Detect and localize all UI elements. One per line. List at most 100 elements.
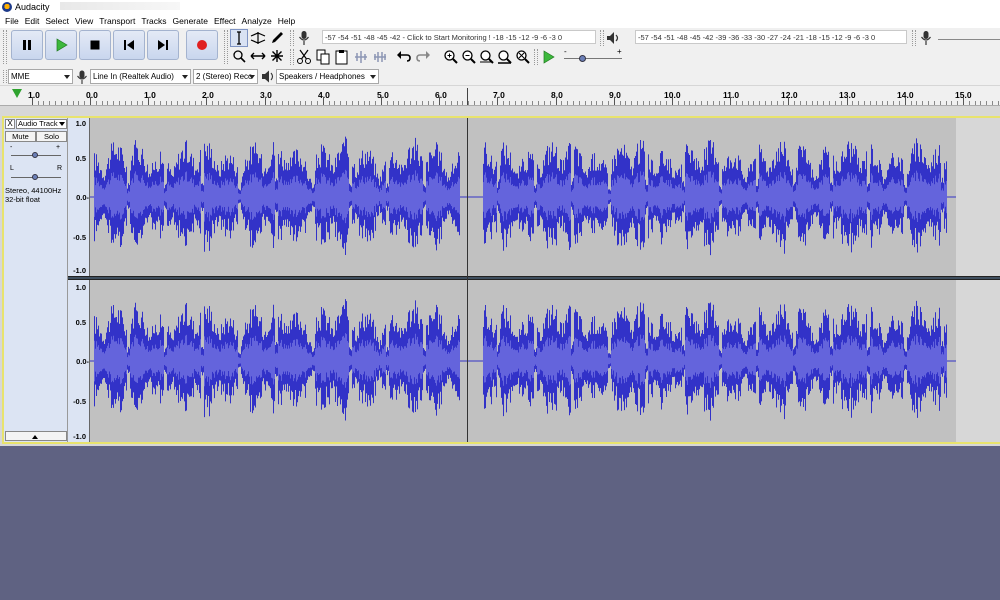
zoom-toggle-button[interactable] (514, 48, 532, 66)
ruler-minor-tick (119, 101, 120, 105)
zoom-out-button[interactable] (460, 48, 478, 66)
timeline-ruler[interactable]: 1.0 0.0 1.0 2.0 3.0 4.0 5.0 6.0 7.0 8.0 … (0, 86, 1000, 106)
play-button[interactable] (45, 30, 77, 60)
recording-device-select[interactable]: Line In (Realtek Audio) (90, 69, 191, 84)
paste-button[interactable] (333, 48, 351, 66)
edit-grip[interactable] (290, 49, 294, 65)
tools-grip[interactable] (224, 30, 228, 64)
ruler-minor-tick (340, 101, 341, 105)
track-area[interactable]: X Audio Track Mute Solo - + L R Stereo, … (0, 106, 1000, 446)
trim-button[interactable] (352, 48, 370, 66)
play-at-speed-button[interactable] (540, 48, 558, 66)
recording-channels-select[interactable]: 2 (Stereo) Reco (193, 69, 258, 84)
zoom-in-button[interactable] (442, 48, 460, 66)
play-head-triangle-icon[interactable] (12, 89, 22, 98)
menu-generate[interactable]: Generate (170, 16, 211, 26)
output-device-speaker-icon (261, 70, 275, 85)
menu-tracks[interactable]: Tracks (138, 16, 169, 26)
vertical-ruler-right-channel[interactable]: 1.0 0.5 0.0- -0.5 -1.0 (68, 280, 90, 442)
play-speed-slider[interactable] (564, 58, 622, 59)
play-meter-grip[interactable] (600, 30, 604, 46)
skip-end-icon (158, 40, 168, 50)
draw-tool[interactable] (268, 29, 286, 47)
fit-selection-button[interactable] (478, 48, 496, 66)
audio-host-select[interactable]: MME (8, 69, 73, 84)
ruler-minor-tick (201, 101, 202, 105)
redo-button[interactable] (414, 48, 432, 66)
waveform-empty-area[interactable] (956, 118, 1000, 276)
mute-button[interactable]: Mute (5, 131, 36, 142)
ruler-major-tick (556, 97, 557, 105)
record-button[interactable] (186, 30, 218, 60)
multi-tool-icon (271, 50, 283, 62)
ruler-major-tick (963, 97, 964, 105)
multi-tool[interactable] (268, 47, 286, 65)
record-meter-button[interactable] (295, 29, 313, 47)
menu-view[interactable]: View (72, 16, 96, 26)
play-speed-thumb[interactable] (579, 55, 586, 62)
playback-device-select[interactable]: Speakers / Headphones (276, 69, 379, 84)
ruler-minor-tick (736, 101, 737, 105)
ruler-minor-tick (43, 101, 44, 105)
ruler-minor-tick (521, 101, 522, 105)
cut-button[interactable] (295, 48, 313, 66)
playback-meter[interactable]: L R -57 -54 -51 -48 -45 -42 -39 -36 -33 … (635, 30, 907, 44)
ruler-minor-tick (567, 101, 568, 105)
pause-button[interactable] (11, 30, 43, 60)
menu-select[interactable]: Select (42, 16, 72, 26)
ruler-major-tick (90, 97, 91, 105)
ruler-minor-tick (887, 101, 888, 105)
waveform-left-channel[interactable] (90, 118, 956, 276)
ruler-minor-tick (84, 101, 85, 105)
mixer-grip[interactable] (912, 30, 916, 46)
ruler-minor-tick (602, 101, 603, 105)
redo-icon (416, 51, 430, 62)
track-name-menu-button[interactable]: Audio Track (16, 119, 67, 129)
undo-button[interactable] (395, 48, 413, 66)
ruler-minor-tick (78, 101, 79, 105)
menu-help[interactable]: Help (275, 16, 298, 26)
track-close-button[interactable]: X (5, 119, 15, 129)
selection-tool[interactable] (230, 29, 248, 47)
envelope-tool[interactable] (249, 29, 267, 47)
timeshift-tool[interactable] (249, 47, 267, 65)
silence-button[interactable] (371, 48, 389, 66)
waveform-right-channel[interactable] (90, 280, 956, 442)
menu-effect[interactable]: Effect (211, 16, 239, 26)
vertical-ruler-left-channel[interactable]: 1.0 0.5 0.0- -0.5 -1.0 (68, 118, 90, 276)
fit-project-button[interactable] (496, 48, 514, 66)
play-at-speed-grip[interactable] (534, 49, 538, 65)
recording-volume-slider[interactable] (938, 39, 1000, 40)
menu-transport[interactable]: Transport (96, 16, 138, 26)
ruler-minor-tick (259, 101, 260, 105)
recording-meter[interactable]: L R -57 -54 -51 -48 -45 -42 - Click to S… (322, 30, 596, 44)
skip-to-start-button[interactable] (113, 30, 145, 60)
collapse-track-button[interactable] (5, 431, 67, 441)
stop-button[interactable] (79, 30, 111, 60)
pan-slider-thumb[interactable] (32, 174, 38, 180)
vruler-label: -0.5 (73, 397, 86, 406)
vruler-label: -1.0 (73, 432, 86, 441)
track-control-panel[interactable]: X Audio Track Mute Solo - + L R Stereo, … (4, 118, 68, 442)
device-grip[interactable] (3, 70, 7, 83)
copy-button[interactable] (314, 48, 332, 66)
skip-to-end-button[interactable] (147, 30, 179, 60)
menu-analyze[interactable]: Analyze (239, 16, 275, 26)
menu-edit[interactable]: Edit (22, 16, 43, 26)
start-monitoring-prompt[interactable]: Click to Start Monitoring (407, 33, 487, 42)
playback-meter-button[interactable] (605, 29, 623, 47)
solo-button[interactable]: Solo (36, 131, 67, 142)
gain-slider-thumb[interactable] (32, 152, 38, 158)
waveform-empty-area[interactable] (956, 280, 1000, 442)
draw-tool-icon (272, 32, 283, 43)
timeline-label: 1.0 (144, 90, 156, 100)
ruler-minor-tick (142, 101, 143, 105)
menu-file[interactable]: File (2, 16, 22, 26)
transport-grip[interactable] (3, 30, 7, 64)
ruler-minor-tick (288, 101, 289, 105)
zoom-tool[interactable] (230, 47, 248, 65)
record-meter-grip[interactable] (290, 30, 294, 46)
ruler-minor-tick (719, 101, 720, 105)
ruler-minor-tick (509, 101, 510, 105)
skip-start-icon (124, 40, 134, 50)
